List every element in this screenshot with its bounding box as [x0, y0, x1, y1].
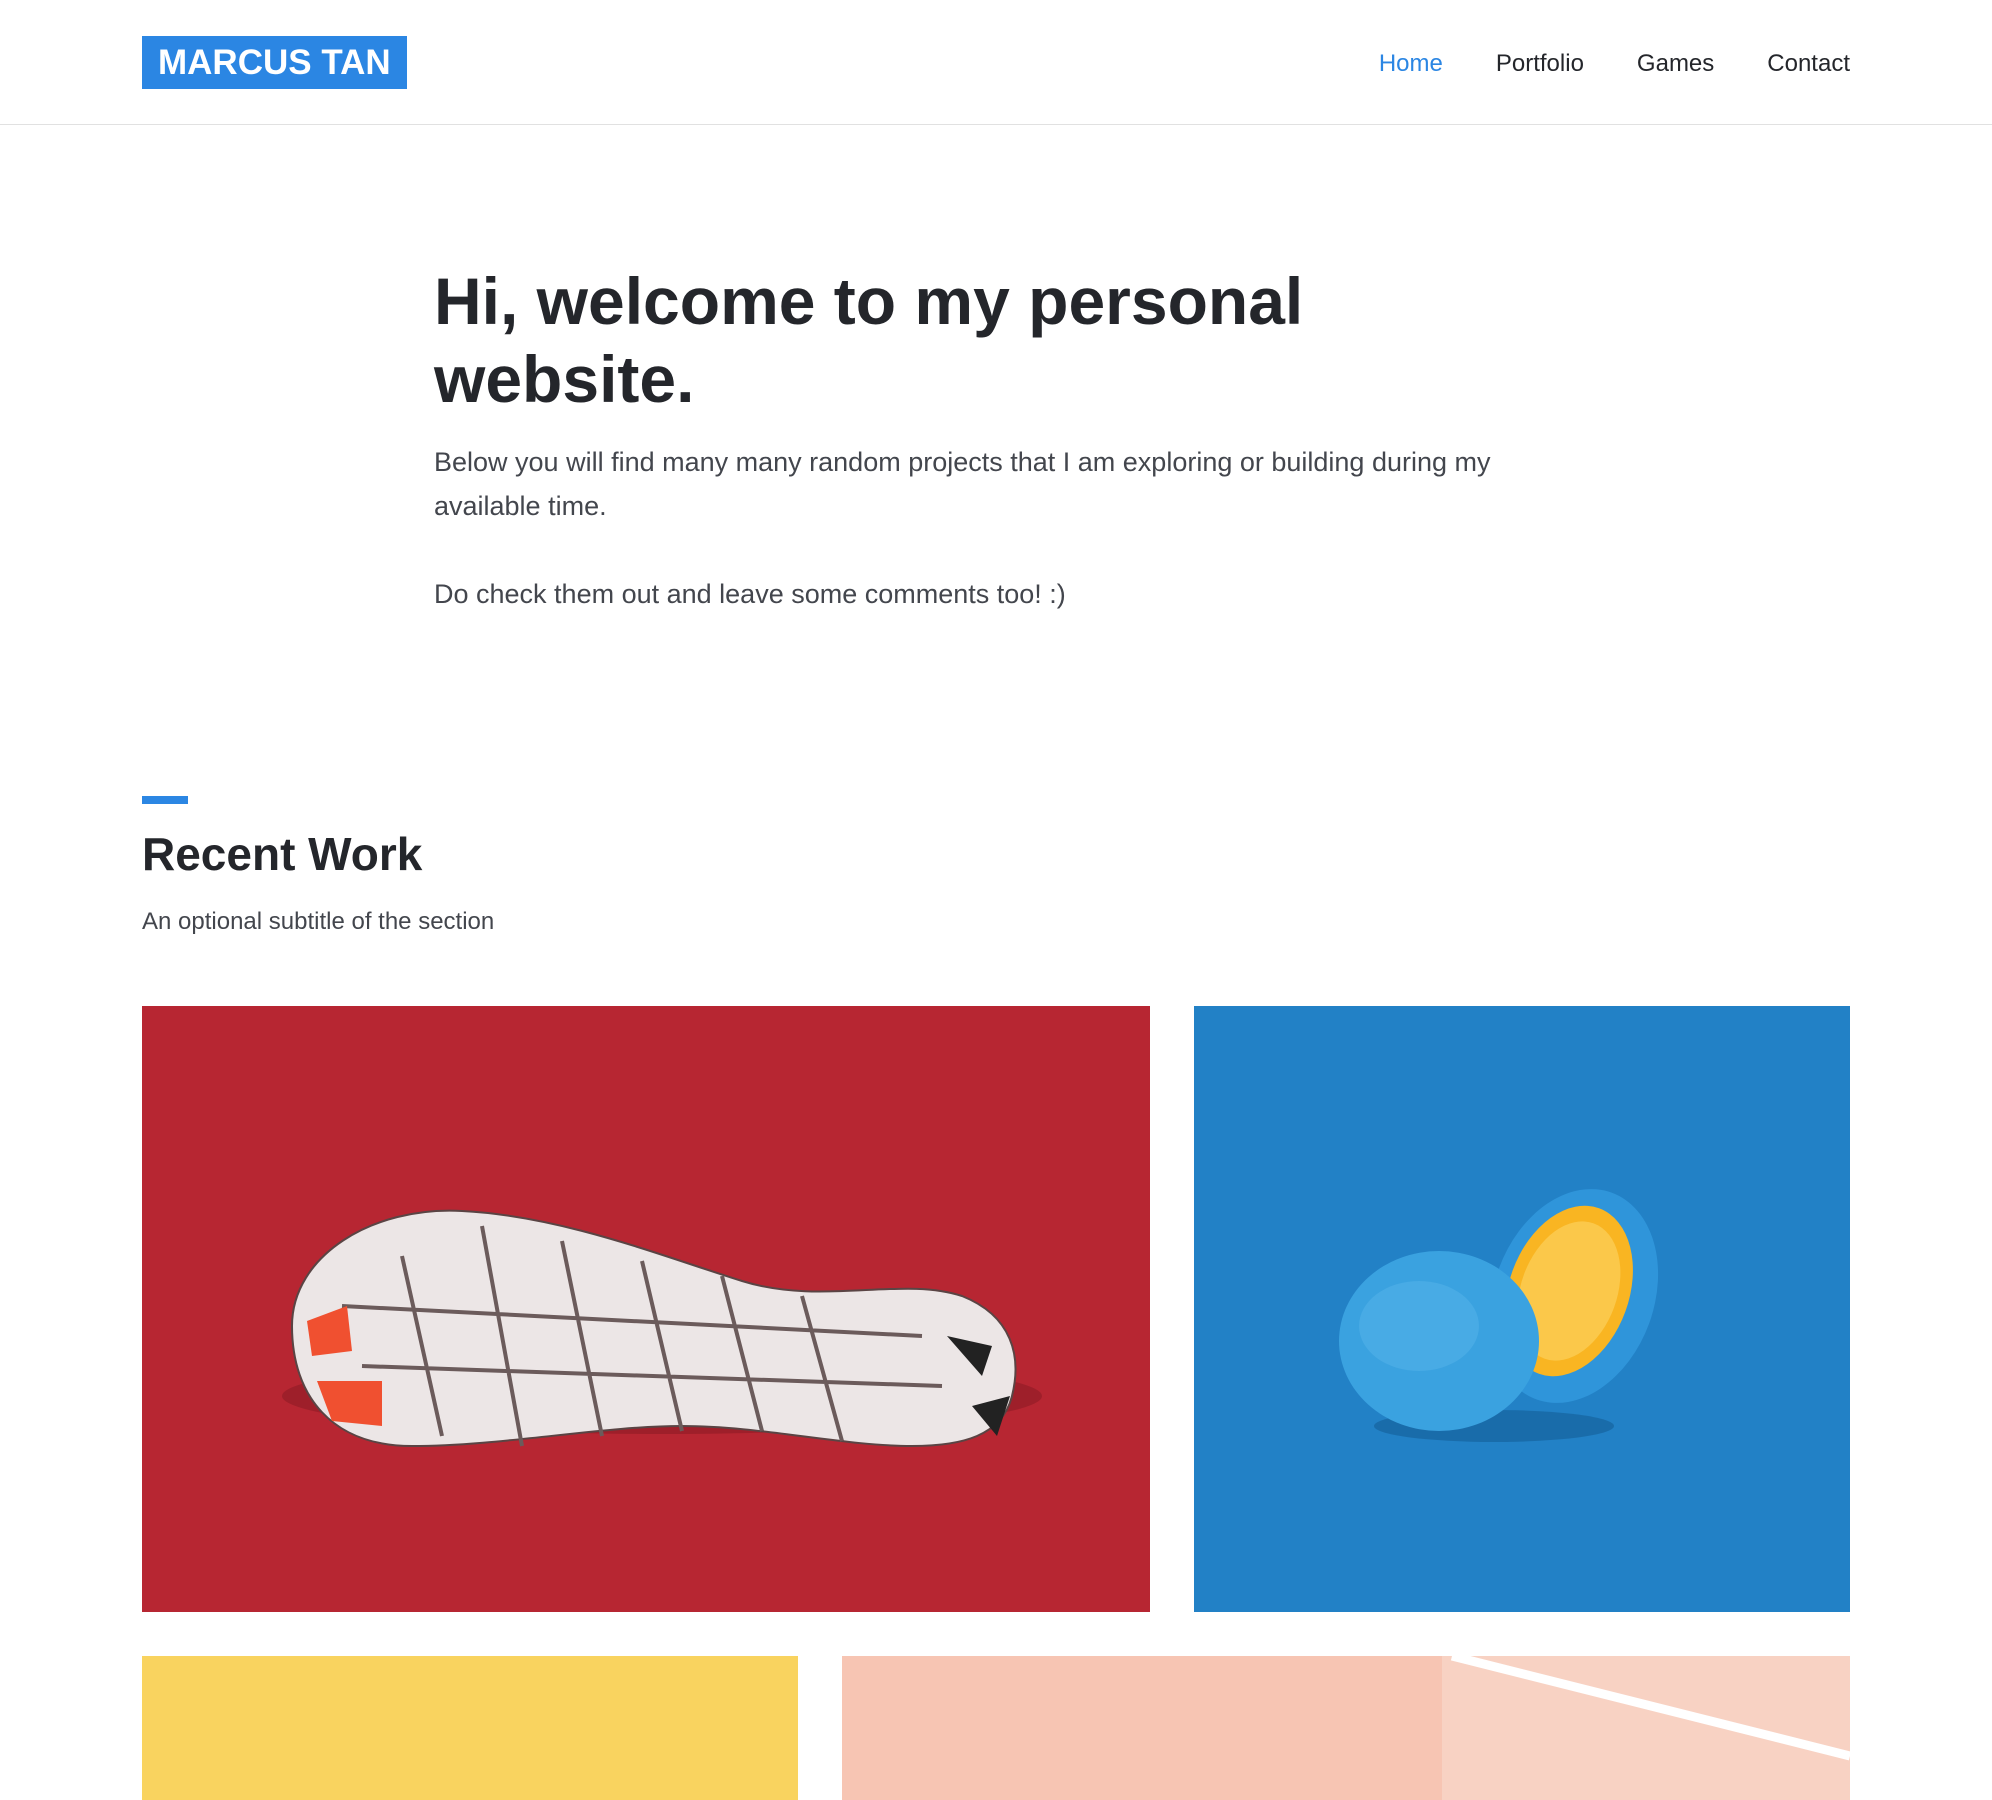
work-item-sneaker[interactable] [142, 1006, 1150, 1612]
hero-cta-text: Do check them out and leave some comment… [434, 579, 1066, 609]
recent-work-title: Recent Work [142, 828, 423, 880]
main-nav: Home Portfolio Games Contact [1379, 44, 1850, 84]
hero-title: Hi, welcome to my personal website. [434, 264, 1304, 416]
nav-games-link[interactable]: Games [1637, 44, 1714, 84]
nav-portfolio-link[interactable]: Portfolio [1496, 44, 1584, 84]
work-item-orange[interactable] [1194, 1006, 1850, 1612]
work-item-yellow[interactable] [142, 1656, 798, 1800]
site-header: MARCUS TAN Home Portfolio Games Contact [0, 0, 1992, 125]
sneaker-image [142, 1006, 1150, 1612]
hero-section: Hi, welcome to my personal website. Belo… [434, 262, 1564, 616]
recent-work-subtitle: An optional subtitle of the section [142, 908, 495, 935]
orange-image [1194, 1006, 1850, 1612]
nav-home-link[interactable]: Home [1379, 44, 1443, 84]
hero-intro-text: Below you will find many many random pro… [434, 447, 1491, 521]
section-accent-bar [142, 796, 188, 804]
work-item-peach[interactable] [842, 1656, 1850, 1800]
site-logo[interactable]: MARCUS TAN [142, 36, 407, 89]
nav-contact-link[interactable]: Contact [1767, 44, 1850, 84]
peach-court-image [842, 1656, 1850, 1800]
